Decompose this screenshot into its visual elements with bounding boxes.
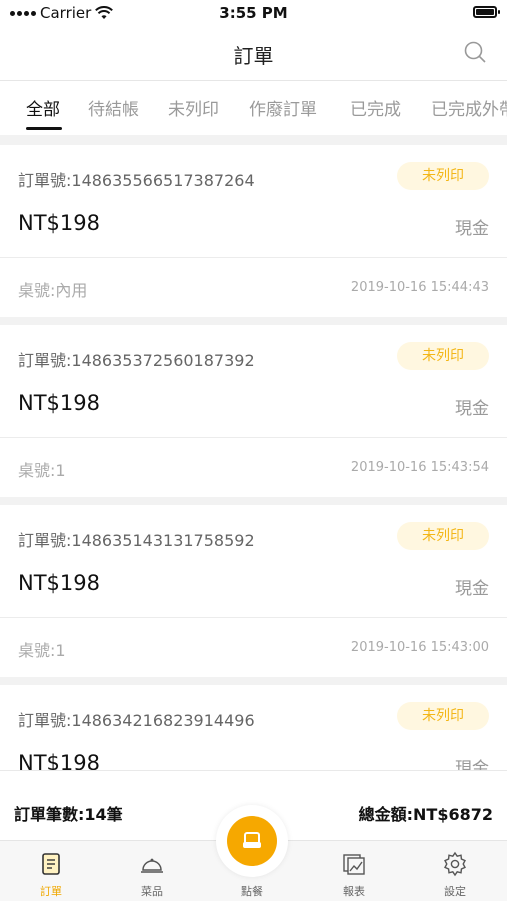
filter-tabs: 全部 待結帳 未列印 作廢訂單 已完成 已完成外帶 — [0, 81, 507, 135]
tab-completed-takeout[interactable]: 已完成外帶 — [431, 95, 507, 120]
order-number: 訂單號:148635372560187392 — [18, 351, 255, 370]
divider — [0, 257, 507, 258]
nav-bar: 訂單 — [0, 28, 507, 81]
order-card[interactable]: 訂單號:148634216823914496 未列印 NT$198 現金 — [0, 685, 507, 770]
order-number: 訂單號:148635143131758592 — [18, 531, 255, 550]
tabbar-item-settings[interactable]: 設定 — [425, 851, 485, 899]
active-tab-indicator — [26, 127, 62, 130]
order-count: 訂單筆數:14筆 — [14, 805, 123, 824]
tab-unprinted[interactable]: 未列印 — [168, 95, 219, 120]
divider — [0, 617, 507, 618]
status-badge: 未列印 — [397, 702, 489, 730]
tabbar-label: 菜品 — [141, 885, 163, 898]
tabbar-label: 報表 — [343, 885, 365, 898]
tabbar-label: 訂單 — [40, 885, 62, 898]
table-number: 桌號:1 — [18, 641, 66, 660]
status-badge: 未列印 — [397, 162, 489, 190]
payment-method: 現金 — [455, 219, 489, 239]
order-card[interactable]: 訂單號:148635372560187392 未列印 NT$198 現金 桌號:… — [0, 325, 507, 497]
table-number: 桌號:1 — [18, 461, 66, 480]
document-icon — [42, 853, 60, 875]
order-amount: NT$198 — [18, 751, 100, 770]
payment-method: 現金 — [455, 759, 489, 770]
order-card[interactable]: 訂單號:148635566517387264 未列印 NT$198 現金 桌號:… — [0, 145, 507, 317]
order-total: 總金額:NT$6872 — [358, 805, 493, 824]
tabbar-item-orders[interactable]: 訂單 — [21, 851, 81, 899]
seat-icon — [243, 832, 261, 848]
status-time: 3:55 PM — [219, 4, 288, 22]
table-number: 桌號:內用 — [18, 281, 88, 300]
order-time: 2019-10-16 15:43:00 — [350, 640, 489, 655]
payment-method: 現金 — [455, 399, 489, 419]
status-bar: Carrier 3:55 PM — [0, 0, 507, 28]
order-amount: NT$198 — [18, 571, 100, 595]
order-time: 2019-10-16 15:44:43 — [350, 280, 489, 295]
report-chart-icon — [343, 854, 365, 875]
order-list: 訂單號:148635566517387264 未列印 NT$198 現金 桌號:… — [0, 145, 507, 770]
tab-pending-checkout[interactable]: 待結帳 — [88, 95, 139, 120]
tab-completed[interactable]: 已完成 — [350, 95, 401, 120]
gear-icon — [444, 851, 466, 877]
payment-method: 現金 — [455, 579, 489, 599]
tabbar-item-menu[interactable]: 菜品 — [122, 851, 182, 899]
order-card[interactable]: 訂單號:148635143131758592 未列印 NT$198 現金 桌號:… — [0, 505, 507, 677]
status-badge: 未列印 — [397, 522, 489, 550]
search-icon[interactable] — [463, 40, 487, 64]
battery-icon — [473, 6, 500, 18]
order-food-label: 點餐 — [241, 885, 263, 898]
page-title: 訂單 — [233, 44, 274, 68]
order-amount: NT$198 — [18, 211, 100, 235]
cloche-icon — [141, 858, 163, 873]
order-amount: NT$198 — [18, 391, 100, 415]
order-number: 訂單號:148634216823914496 — [18, 711, 255, 730]
tab-voided[interactable]: 作廢訂單 — [249, 95, 317, 120]
order-food-button-fill — [227, 816, 277, 866]
tabbar-item-reports[interactable]: 報表 — [324, 851, 384, 899]
status-badge: 未列印 — [397, 342, 489, 370]
tab-all[interactable]: 全部 — [26, 95, 60, 120]
order-food-button[interactable] — [216, 805, 288, 877]
tabbar-label: 設定 — [444, 885, 466, 898]
order-number: 訂單號:148635566517387264 — [18, 171, 255, 190]
order-time: 2019-10-16 15:43:54 — [350, 460, 489, 475]
divider — [0, 437, 507, 438]
